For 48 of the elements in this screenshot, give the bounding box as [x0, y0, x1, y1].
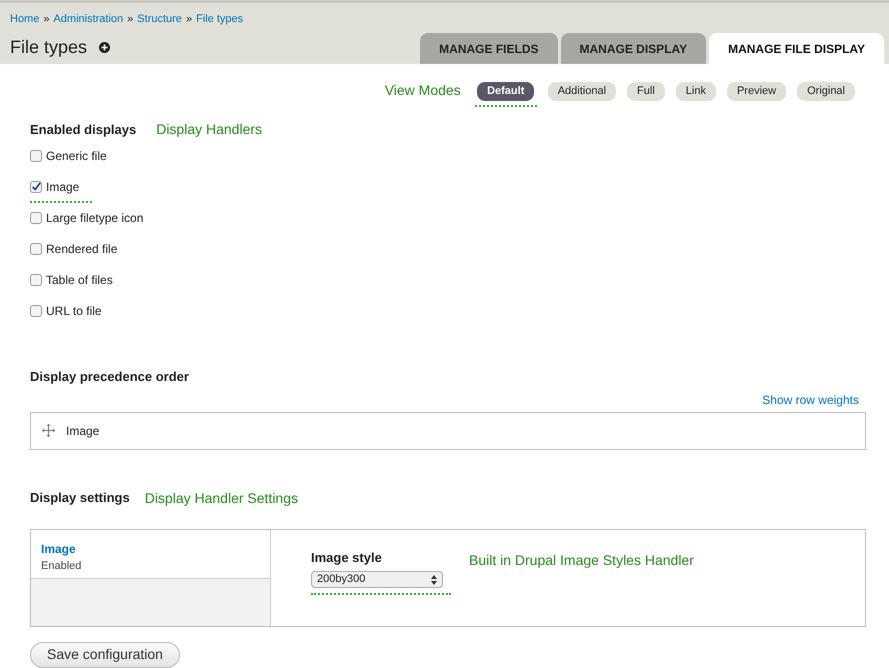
- view-mode-button[interactable]: Link: [676, 82, 716, 101]
- view-mode-button[interactable]: Preview: [726, 82, 786, 101]
- annotation-text: Display Handler Settings: [144, 488, 298, 508]
- checkbox-label: Image: [46, 179, 80, 196]
- breadcrumb-link[interactable]: Structure: [137, 11, 182, 28]
- checkbox[interactable]: [30, 243, 42, 255]
- show-row-weights-link[interactable]: Show row weights: [762, 390, 859, 408]
- annotation-text: View Modes: [384, 81, 461, 100]
- section-heading: Display settings: [30, 489, 130, 508]
- annotation-text: Built in Drupal Image Styles Handler: [469, 550, 694, 570]
- breadcrumb-link[interactable]: File types: [196, 11, 244, 28]
- checkbox[interactable]: [30, 181, 42, 193]
- table-cell-text: Image: [66, 422, 100, 440]
- breadcrumb-link[interactable]: Home: [10, 11, 40, 28]
- checkbox[interactable]: [30, 305, 42, 317]
- field-label: Image style: [311, 548, 383, 567]
- select-arrows-icon: [431, 574, 437, 584]
- checkbox[interactable]: [30, 274, 42, 286]
- annotation-underline: [30, 200, 92, 203]
- section-heading: Display precedence order: [30, 368, 190, 386]
- section-heading: Enabled displays: [30, 120, 136, 139]
- view-mode-button[interactable]: Original: [797, 82, 855, 101]
- image-style-select[interactable]: 200by300: [311, 571, 443, 588]
- tab[interactable]: MANAGE DISPLAY: [560, 33, 706, 64]
- checkbox-label: Large filetype icon: [46, 210, 144, 227]
- page-title: File types: [10, 36, 88, 59]
- checkbox-label: Table of files: [46, 272, 113, 289]
- annotation-text: Display Handlers: [156, 120, 262, 139]
- add-shortcut-icon[interactable]: [99, 42, 110, 52]
- view-mode-button[interactable]: Full: [627, 82, 665, 101]
- checkbox-label: URL to file: [46, 303, 102, 320]
- breadcrumb-separator: »: [43, 12, 50, 27]
- breadcrumb-separator: »: [186, 12, 192, 27]
- tab[interactable]: MANAGE FIELDS: [420, 33, 558, 64]
- checkbox-label: Generic file: [46, 148, 107, 165]
- save-configuration-button[interactable]: Save configuration: [30, 642, 180, 668]
- vertical-tab-status: Enabled: [41, 558, 82, 574]
- breadcrumb-link[interactable]: Administration: [53, 11, 124, 28]
- annotation-underline: [474, 104, 537, 107]
- checkbox[interactable]: [30, 212, 42, 224]
- drag-handle-icon[interactable]: [42, 424, 55, 437]
- view-mode-button[interactable]: Additional: [548, 82, 616, 101]
- vertical-tab-title: Image: [41, 540, 77, 558]
- tab[interactable]: MANAGE FILE DISPLAY: [709, 33, 884, 64]
- breadcrumb-separator: »: [127, 12, 134, 27]
- view-mode-button[interactable]: Default: [477, 82, 534, 101]
- checkbox[interactable]: [30, 150, 42, 162]
- checkbox-label: Rendered file: [46, 241, 118, 258]
